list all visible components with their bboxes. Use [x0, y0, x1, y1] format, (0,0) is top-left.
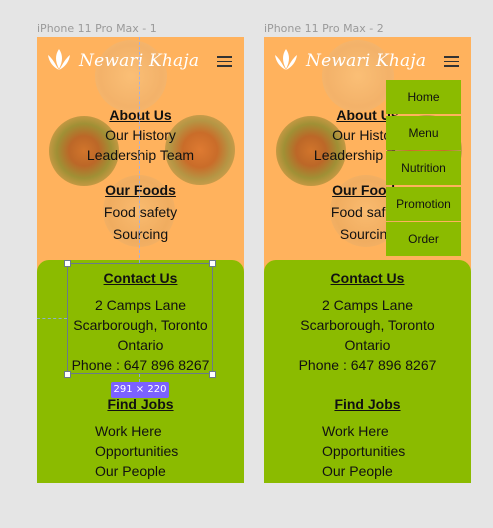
jobs-section: Find Jobs Work Here Opportunities Our Pe…	[264, 394, 471, 481]
menu-item-order[interactable]: Order	[386, 222, 461, 256]
contact-line: Ontario	[344, 337, 391, 353]
jobs-link[interactable]: Our People	[95, 461, 244, 481]
hamburger-menu-icon[interactable]	[444, 56, 459, 67]
menu-item-nutrition[interactable]: Nutrition	[386, 151, 461, 185]
selection-box[interactable]	[67, 263, 213, 374]
about-title[interactable]: About Us	[37, 105, 244, 125]
about-section: About Us Our History Leadership Team	[37, 105, 244, 165]
menu-item-home[interactable]: Home	[386, 80, 461, 114]
selection-size-badge: 291 × 220	[111, 382, 169, 398]
contact-title[interactable]: Contact Us	[264, 268, 471, 288]
lotus-logo-icon	[275, 49, 297, 70]
resize-handle[interactable]	[64, 371, 71, 378]
header: Newari Khaja	[37, 37, 244, 85]
menu-item-menu[interactable]: Menu	[386, 115, 461, 150]
frame-label-1[interactable]: iPhone 11 Pro Max - 1	[37, 22, 157, 35]
foods-title[interactable]: Our Foods	[37, 180, 244, 200]
about-link[interactable]: Leadership Team	[37, 145, 244, 165]
jobs-link[interactable]: Opportunities	[95, 441, 244, 461]
lotus-logo-icon	[48, 49, 70, 70]
contact-phone: Phone : 647 896 8267	[298, 357, 437, 373]
jobs-link[interactable]: Opportunities	[322, 441, 471, 461]
foods-link[interactable]: Sourcing	[37, 224, 244, 244]
frame-label-2[interactable]: iPhone 11 Pro Max - 2	[264, 22, 384, 35]
resize-handle[interactable]	[209, 371, 216, 378]
alignment-guide-vertical	[139, 374, 140, 382]
header: Newari Khaja	[264, 37, 471, 85]
jobs-title[interactable]: Find Jobs	[264, 394, 471, 414]
menu-item-promotion[interactable]: Promotion	[386, 186, 461, 221]
contact-section: Contact Us 2 Camps Lane Scarborough, Tor…	[264, 268, 471, 375]
alignment-guide-vertical	[139, 37, 140, 263]
jobs-link[interactable]: Work Here	[322, 421, 471, 441]
jobs-link[interactable]: Work Here	[95, 421, 244, 441]
brand-name[interactable]: Newari Khaja	[306, 51, 426, 71]
about-link[interactable]: Our History	[37, 125, 244, 145]
nav-dropdown-menu: Home Menu Nutrition Promotion Order	[386, 80, 461, 258]
foods-link[interactable]: Food safety	[37, 202, 244, 222]
foods-section: Our Foods Food safety Sourcing	[37, 180, 244, 244]
jobs-link[interactable]: Our People	[322, 461, 471, 481]
contact-line: 2 Camps Lane	[321, 297, 414, 313]
resize-handle[interactable]	[209, 260, 216, 267]
contact-line: Scarborough, Toronto	[300, 317, 435, 333]
alignment-guide-horizontal	[37, 318, 67, 319]
jobs-section: Find Jobs Work Here Opportunities Our Pe…	[37, 394, 244, 481]
hamburger-menu-icon[interactable]	[217, 56, 232, 67]
resize-handle[interactable]	[64, 260, 71, 267]
